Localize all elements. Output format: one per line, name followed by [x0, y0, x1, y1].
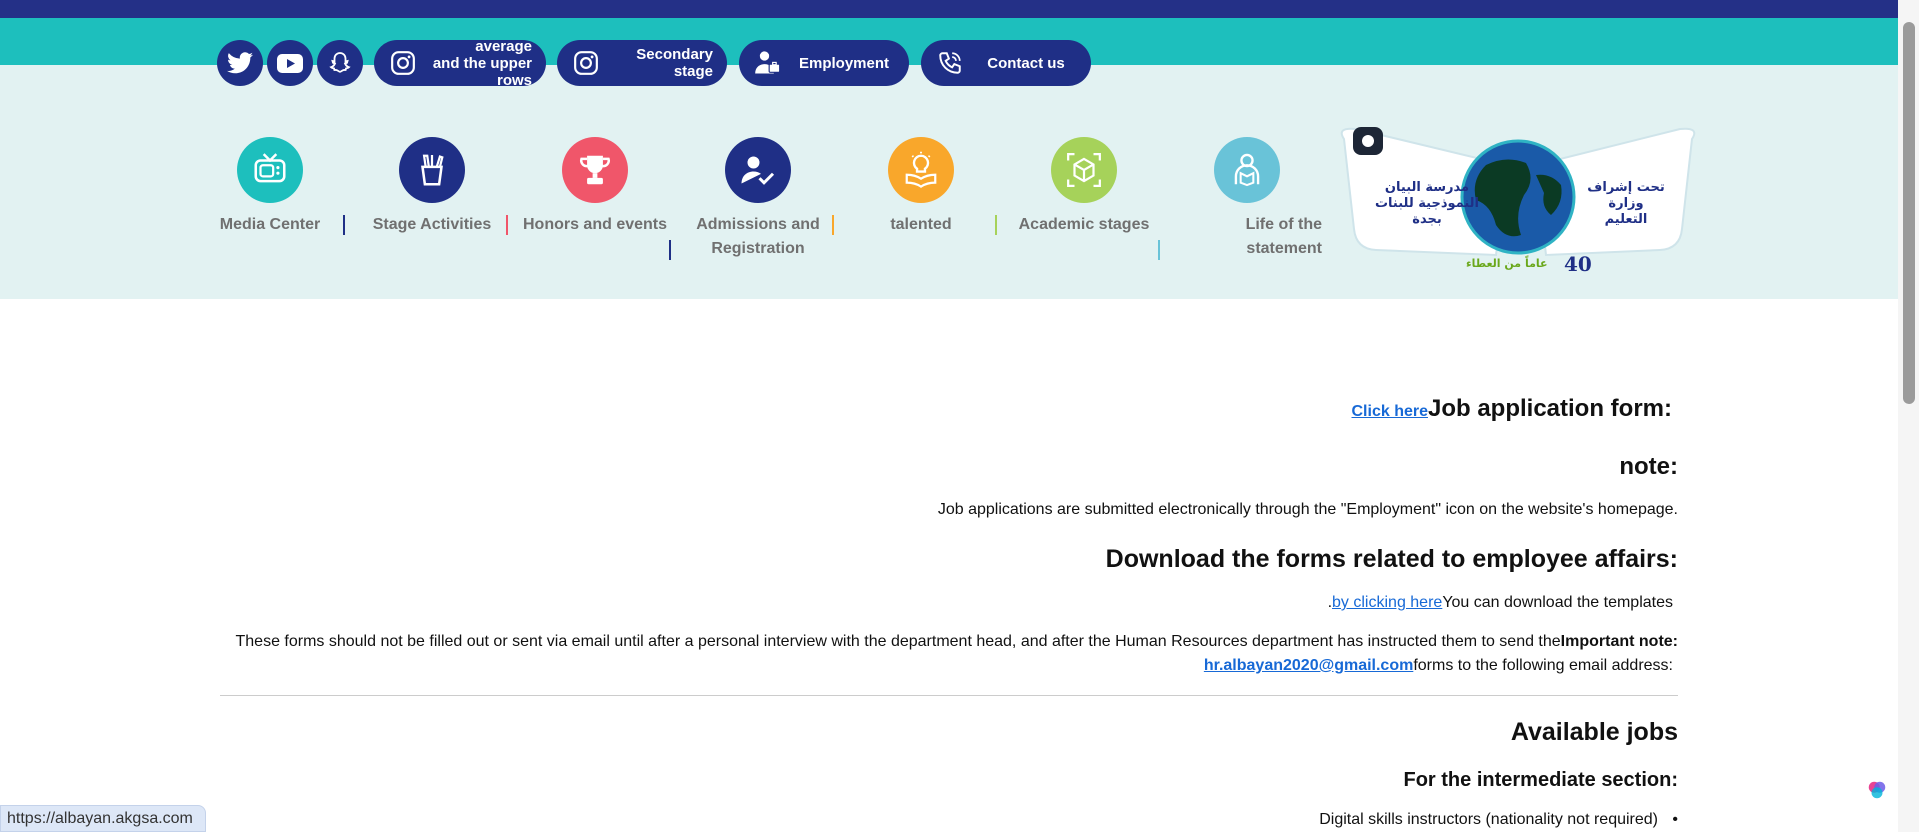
email-paragraph: hr.albayan2020@gmail.comforms to the fol… [1204, 657, 1673, 675]
pill-contact-us[interactable]: Contact us [921, 40, 1091, 86]
pill-intermediate-stage[interactable]: average and the upper rows [374, 37, 546, 89]
nav-label: Life of the statement [1245, 216, 1322, 257]
job-form-title: Job application form: [1427, 395, 1672, 422]
important-paragraph: These forms should not be filled out or … [220, 633, 1679, 651]
instagram-icon [571, 48, 601, 78]
nav-label: Media Center [219, 216, 321, 233]
twitter-link[interactable] [217, 40, 263, 86]
scrollbar-thumb[interactable] [1903, 22, 1915, 404]
pill-secondary-stage[interactable]: Secondary stage [557, 40, 727, 86]
student-icon [1214, 137, 1280, 203]
nav-academic-stages[interactable]: Academic stages [1009, 137, 1159, 237]
nav-life-of-statement[interactable]: Life of the statement [1172, 137, 1322, 261]
instagram-icon [388, 48, 418, 78]
trophy-icon [562, 137, 628, 203]
school-logo[interactable]: مدرسة البيان النموذجية للبنات بجدة تحت إ… [1336, 125, 1700, 280]
tv-icon [237, 137, 303, 203]
nav-label: Admissions and Registration [696, 216, 820, 257]
extension-icon[interactable] [1864, 777, 1890, 803]
nav-divider [506, 215, 508, 235]
list-item: Digital skills instructors (nationality … [1319, 811, 1678, 829]
snapchat-icon [329, 52, 351, 73]
download-text: You can download the templates [1442, 594, 1673, 611]
snapchat-link[interactable] [317, 40, 363, 86]
available-jobs-heading: Available jobs [1510, 718, 1678, 746]
user-check-icon [725, 137, 791, 203]
pill-label: Secondary stage [636, 46, 713, 80]
nav-divider [995, 215, 997, 235]
divider [220, 695, 1678, 696]
intermediate-heading: For the intermediate section: [1403, 769, 1679, 791]
note-text: Job applications are submitted electroni… [937, 501, 1678, 518]
logo-school-name: مدرسة البيان النموذجية للبنات بجدة [1374, 180, 1479, 227]
email-text: forms to the following email address: [1413, 657, 1673, 674]
important-text: These forms should not be filled out or … [235, 633, 1561, 650]
job-form-heading: Click hereJob application form: [1352, 395, 1673, 423]
nav-admissions[interactable]: Admissions and Registration [683, 137, 833, 261]
phone-icon [935, 48, 965, 78]
nav-media-center[interactable]: Media Center [195, 137, 345, 237]
nav-label: talented [890, 216, 952, 233]
nav-label: Honors and events [522, 216, 668, 233]
nav-divider [1158, 240, 1160, 260]
top-strip [0, 0, 1898, 18]
nav-label: Academic stages [1018, 216, 1150, 233]
pill-label: Contact us [987, 54, 1065, 72]
nav-talented[interactable]: talented [846, 137, 996, 237]
nav-stage-activities[interactable]: Stage Activities [357, 137, 507, 237]
cube-icon [1051, 137, 1117, 203]
nav-divider [343, 215, 345, 235]
logo-tagline: عاماً من العطاء [1466, 257, 1548, 270]
pill-label: average and the upper rows [432, 37, 532, 89]
youtube-icon [277, 53, 303, 73]
nav-honors-events[interactable]: Honors and events [520, 137, 670, 237]
job-form-link[interactable]: Click here [1352, 403, 1428, 420]
employee-icon [753, 48, 783, 78]
status-url: https://albayan.akgsa.com [0, 805, 206, 832]
important-label: Important note: [1560, 633, 1678, 650]
download-paragraph: .by clicking hereYou can download the te… [1328, 594, 1673, 612]
youtube-link[interactable] [267, 40, 313, 86]
nav-divider [832, 215, 834, 235]
logo-years: 40 [1564, 252, 1592, 276]
twitter-icon [227, 52, 253, 74]
nav-label: Stage Activities [372, 216, 492, 233]
nav-divider [669, 240, 671, 260]
lightbulb-book-icon [888, 137, 954, 203]
note-heading: note: [1619, 453, 1678, 480]
pill-label: Employment [798, 54, 889, 72]
email-link[interactable]: hr.albayan2020@gmail.com [1204, 657, 1413, 674]
pill-employment[interactable]: Employment [739, 40, 909, 86]
download-link[interactable]: by clicking here [1332, 594, 1442, 611]
pencil-cup-icon [399, 137, 465, 203]
logo-supervision: تحت إشراف وزارة التعليم [1587, 180, 1665, 227]
download-heading: Download the forms related to employee a… [1105, 545, 1678, 573]
